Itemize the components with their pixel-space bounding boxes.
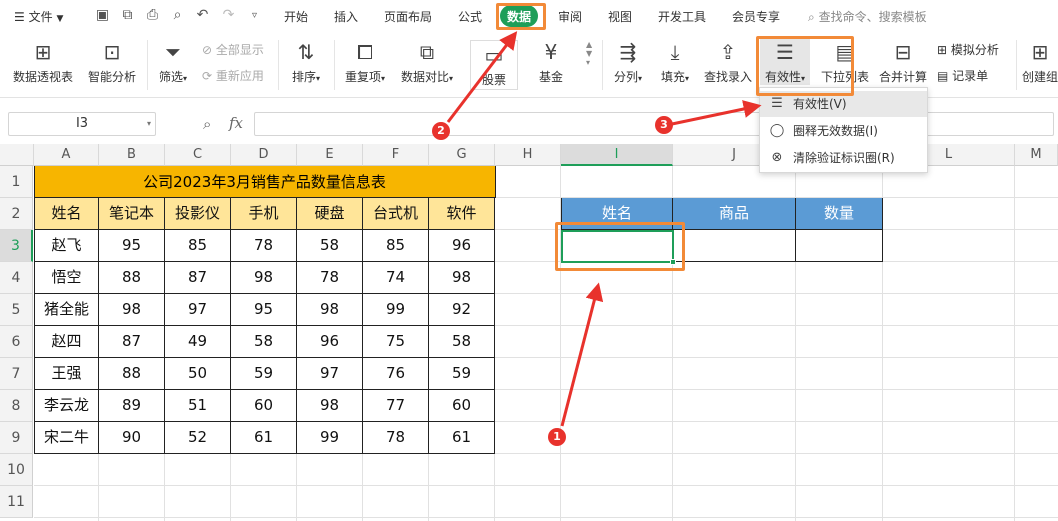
- arrow-to-target-cell: [560, 282, 604, 427]
- step-badge-3: 3: [655, 116, 673, 134]
- arrow-to-data-tab: [446, 31, 518, 123]
- arrow-to-validity-menu: [671, 100, 762, 126]
- step-badge-1: 1: [548, 428, 566, 446]
- annotation-arrows: [446, 31, 762, 427]
- step-badge-2: 2: [432, 122, 450, 140]
